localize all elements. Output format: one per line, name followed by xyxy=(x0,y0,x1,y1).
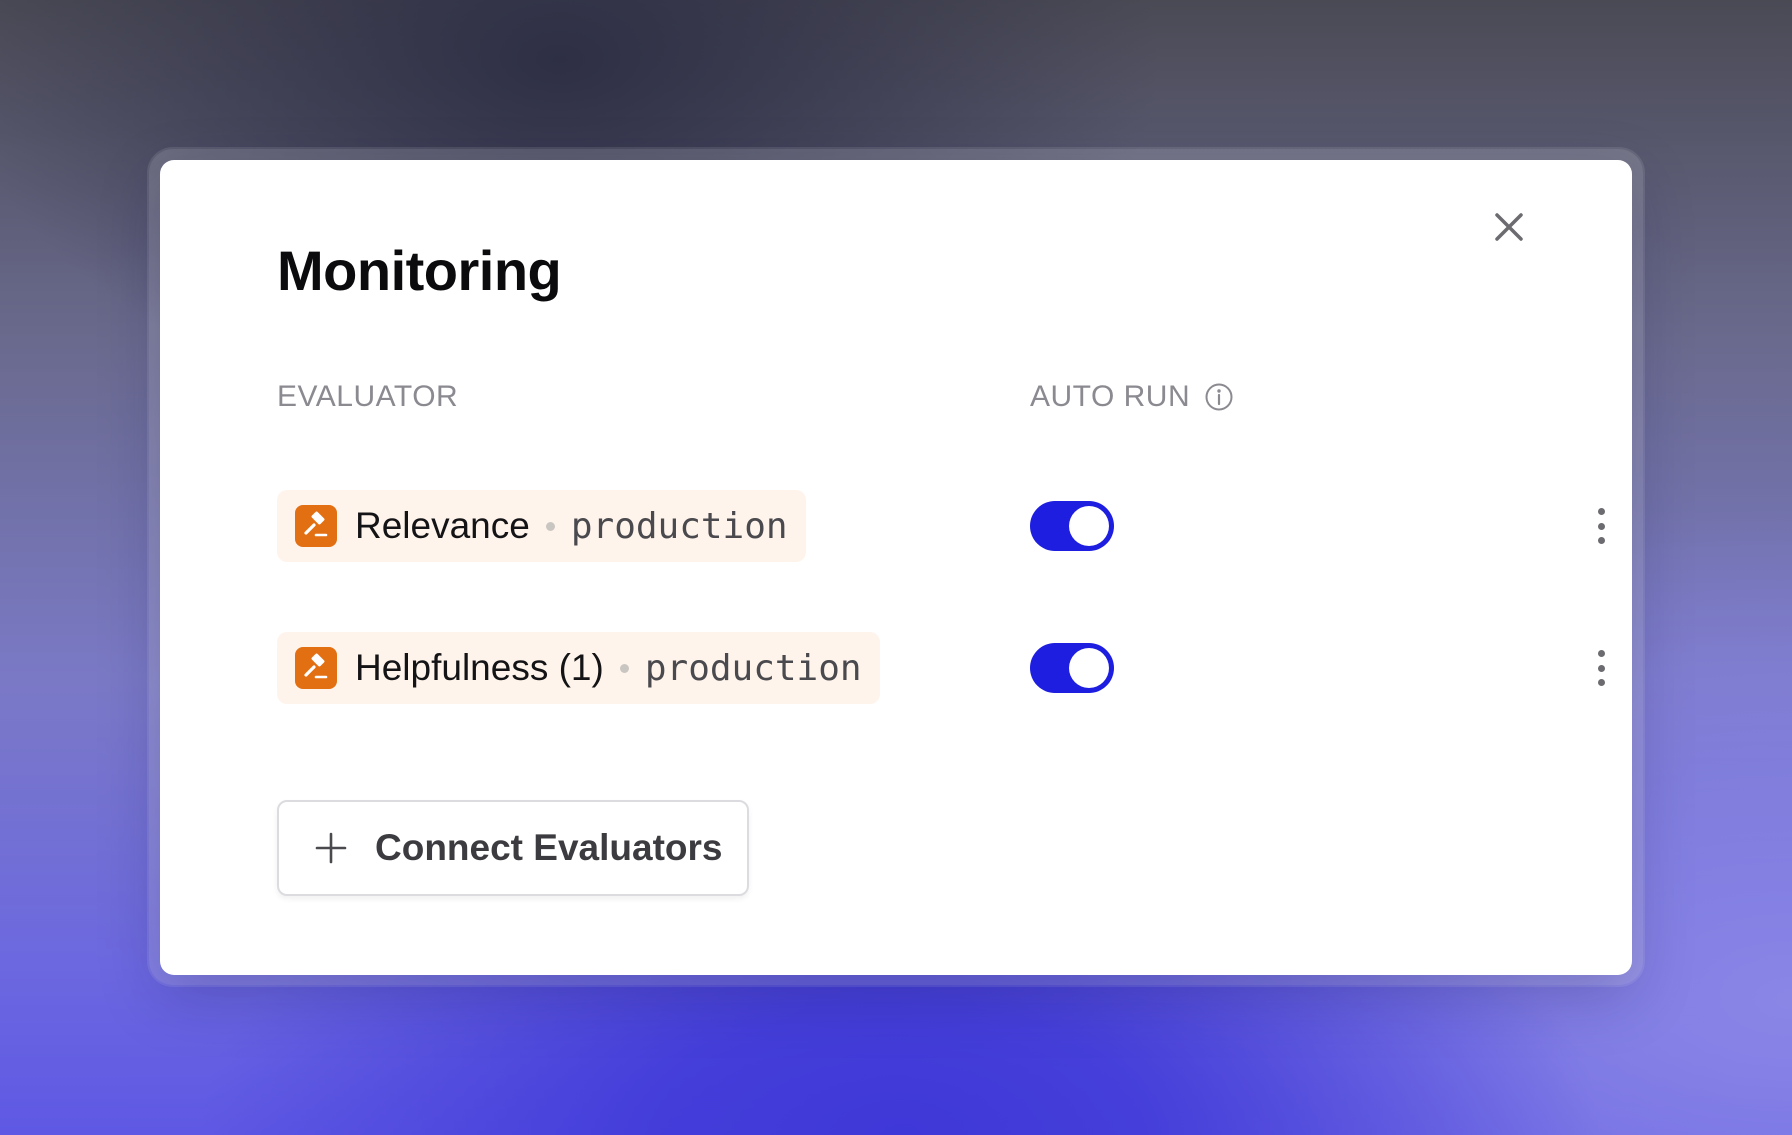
separator-dot xyxy=(619,663,629,673)
more-vertical-icon[interactable] xyxy=(1586,504,1616,548)
info-icon[interactable] xyxy=(1204,382,1234,412)
auto-run-column-header: AUTO RUN xyxy=(1030,380,1234,414)
separator-dot xyxy=(545,521,555,531)
close-icon[interactable] xyxy=(1486,204,1532,250)
gavel-icon xyxy=(295,647,337,689)
evaluator-environment: production xyxy=(644,647,862,689)
toggle-knob xyxy=(1069,648,1109,688)
monitoring-modal: Monitoring EVALUATOR AUTO RUN Relevance … xyxy=(160,160,1632,975)
plus-icon xyxy=(313,830,349,866)
connect-evaluators-button[interactable]: Connect Evaluators xyxy=(277,800,749,896)
auto-run-toggle[interactable] xyxy=(1030,643,1114,693)
connect-evaluators-label: Connect Evaluators xyxy=(375,827,723,868)
evaluator-name: Relevance xyxy=(355,505,530,546)
evaluator-chip[interactable]: Helpfulness (1) production xyxy=(277,632,880,704)
evaluator-column-header: EVALUATOR xyxy=(277,380,458,414)
gavel-icon xyxy=(295,505,337,547)
auto-run-header-label: AUTO RUN xyxy=(1030,380,1191,413)
evaluator-name: Helpfulness (1) xyxy=(355,647,604,688)
evaluator-environment: production xyxy=(570,505,788,547)
toggle-knob xyxy=(1069,506,1109,546)
more-vertical-icon[interactable] xyxy=(1586,646,1616,690)
evaluator-chip[interactable]: Relevance production xyxy=(277,490,806,562)
auto-run-toggle[interactable] xyxy=(1030,501,1114,551)
evaluator-header-label: EVALUATOR xyxy=(277,380,459,413)
modal-title: Monitoring xyxy=(277,239,562,302)
